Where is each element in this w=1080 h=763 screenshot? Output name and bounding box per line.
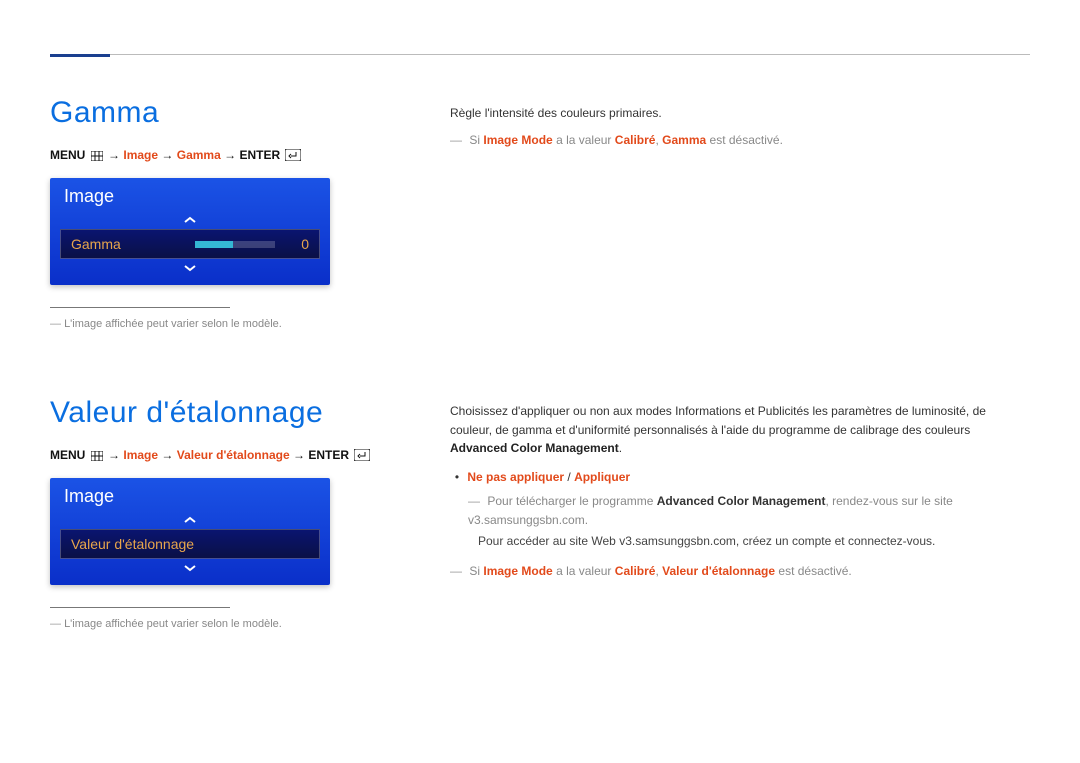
valeur-description: Choisissez d'appliquer ou non aux modes …	[450, 402, 1020, 458]
nav-path-gamma: MENU → Image → Gamma → ENTER	[50, 148, 390, 164]
top-rule-accent	[50, 54, 110, 57]
gamma-value: 0	[291, 236, 309, 252]
osd-row-gamma[interactable]: Gamma 0	[60, 229, 320, 259]
osd-title: Image	[50, 478, 330, 511]
top-rule	[50, 54, 1030, 55]
divider	[50, 307, 230, 308]
osd-title: Image	[50, 178, 330, 211]
osd-panel-gamma: Image Gamma 0	[50, 178, 330, 285]
chevron-down-icon[interactable]	[50, 259, 330, 277]
footnote-valeur: L'image affichée peut varier selon le mo…	[50, 618, 390, 630]
nav-path-valeur: MENU → Image → Valeur d'étalonnage → ENT…	[50, 448, 390, 464]
apply-options: • Ne pas appliquer / Appliquer	[450, 468, 1020, 487]
download-subnote: Pour accéder au site Web v3.samsunggsbn.…	[450, 532, 1020, 551]
enter-icon	[354, 449, 370, 464]
nav-gamma: Gamma	[177, 148, 221, 162]
nav-menu-label: MENU	[50, 448, 85, 462]
menu-grid-icon	[91, 150, 103, 164]
menu-grid-icon	[91, 450, 103, 464]
heading-gamma: Gamma	[50, 96, 390, 130]
nav-menu-label: MENU	[50, 148, 85, 162]
nav-enter-label: ENTER	[239, 148, 280, 162]
enter-icon	[285, 149, 301, 164]
gamma-note: ― Si Image Mode a la valeur Calibré, Gam…	[450, 131, 1020, 150]
download-note: ― Pour télécharger le programme Advanced…	[450, 492, 1020, 529]
gamma-description: Règle l'intensité des couleurs primaires…	[450, 104, 1020, 123]
divider	[50, 607, 230, 608]
section-valeur-right: Choisissez d'appliquer ou non aux modes …	[450, 402, 1020, 587]
osd-row-label: Gamma	[71, 236, 121, 252]
nav-image: Image	[123, 448, 158, 462]
chevron-down-icon[interactable]	[50, 559, 330, 577]
heading-valeur: Valeur d'étalonnage	[50, 396, 390, 430]
nav-image: Image	[123, 148, 158, 162]
osd-panel-valeur: Image Valeur d'étalonnage	[50, 478, 330, 585]
osd-row-valeur[interactable]: Valeur d'étalonnage	[60, 529, 320, 559]
chevron-up-icon[interactable]	[50, 211, 330, 229]
valeur-note: ― Si Image Mode a la valeur Calibré, Val…	[450, 562, 1020, 581]
chevron-up-icon[interactable]	[50, 511, 330, 529]
section-gamma-right: Règle l'intensité des couleurs primaires…	[450, 104, 1020, 155]
footnote-gamma: L'image affichée peut varier selon le mo…	[50, 318, 390, 330]
section-valeur-left: Valeur d'étalonnage MENU → Image → Valeu…	[50, 396, 390, 630]
nav-enter-label: ENTER	[308, 448, 349, 462]
osd-row-label: Valeur d'étalonnage	[71, 536, 194, 552]
gamma-slider[interactable]	[195, 241, 275, 248]
nav-valeur: Valeur d'étalonnage	[177, 448, 290, 462]
section-gamma-left: Gamma MENU → Image → Gamma → ENTER Image…	[50, 96, 390, 330]
